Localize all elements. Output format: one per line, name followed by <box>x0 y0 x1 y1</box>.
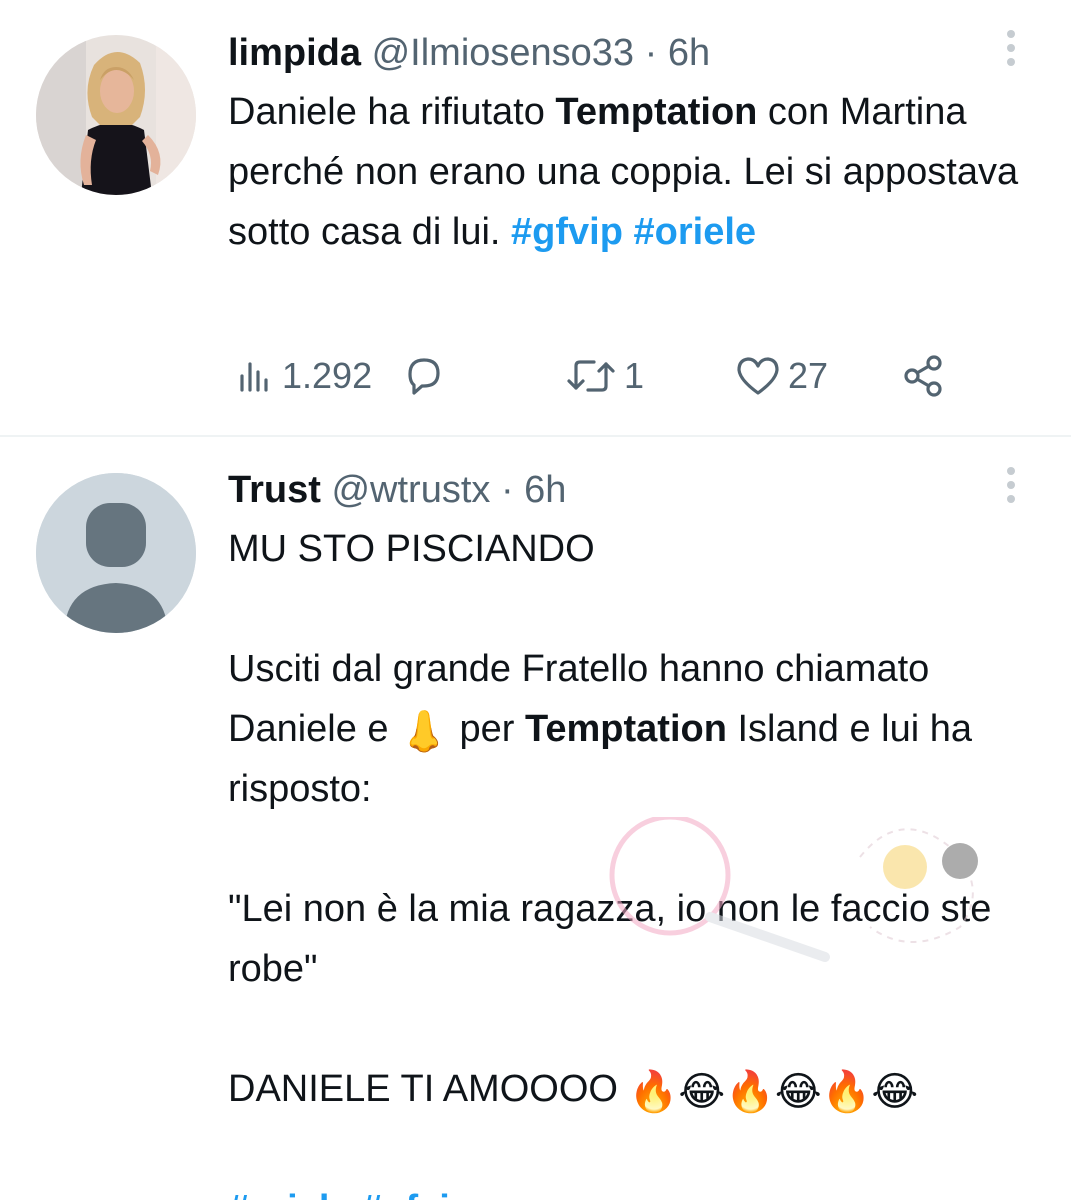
tweet-text: Daniele ha rifiutato Temptation con Mart… <box>228 82 1038 262</box>
more-vertical-icon[interactable] <box>1001 467 1021 503</box>
text-segment: Daniele ha rifiutato <box>228 91 556 133</box>
timestamp[interactable]: 6h <box>524 469 566 511</box>
quote-text: "Lei non è la mia ragazza, io non le fac… <box>228 888 1002 990</box>
separator-dot: · <box>644 32 658 74</box>
tweet-header: Trust @wtrustx · 6h <box>228 465 1038 515</box>
hashtag-link[interactable]: #oriele <box>228 1188 351 1200</box>
tweet-text: MU STO PISCIANDO Usciti dal grande Frate… <box>228 519 1038 1200</box>
share-icon <box>904 355 942 397</box>
views-button[interactable]: 1.292 <box>236 348 372 404</box>
timestamp[interactable]: 6h <box>668 32 710 74</box>
nose-emoji: 👃 <box>399 709 449 755</box>
default-profile-icon <box>36 473 196 633</box>
tweet[interactable]: Trust @wtrustx · 6h MU STO PISCIANDO Usc… <box>0 437 1071 1200</box>
bold-text: Temptation <box>555 91 758 133</box>
more-vertical-icon[interactable] <box>1001 30 1021 66</box>
retweet-icon <box>567 360 615 392</box>
share-button[interactable] <box>900 348 948 404</box>
separator-dot: · <box>500 469 514 511</box>
heart-icon <box>737 357 779 395</box>
reply-icon <box>408 358 440 395</box>
display-name[interactable]: Trust <box>228 469 321 511</box>
text-segment: per <box>448 708 525 750</box>
hashtag-link[interactable]: #oriele <box>634 211 757 253</box>
text-line: DANIELE TI AMOOOO <box>228 1068 618 1110</box>
reply-button[interactable] <box>400 348 454 404</box>
analytics-icon <box>240 362 268 392</box>
user-handle[interactable]: @wtrustx <box>331 469 490 511</box>
bold-text: Temptation <box>524 708 727 750</box>
tweet[interactable]: limpida @Ilmiosenso33 · 6h Daniele ha ri… <box>0 0 1071 436</box>
like-count: 27 <box>788 355 829 396</box>
user-avatar[interactable] <box>36 35 196 195</box>
text-line: MU STO PISCIANDO <box>228 528 595 570</box>
tweet-body: limpida @Ilmiosenso33 · 6h Daniele ha ri… <box>228 28 1038 262</box>
hashtag-link[interactable]: #gfvip <box>511 211 623 253</box>
avatar-photo <box>36 35 196 195</box>
hashtag-link[interactable]: #gfvip <box>361 1188 473 1200</box>
user-avatar[interactable] <box>36 473 196 633</box>
like-button[interactable]: 27 <box>734 348 828 404</box>
views-count: 1.292 <box>282 355 373 396</box>
tweet-body: Trust @wtrustx · 6h MU STO PISCIANDO Usc… <box>228 465 1038 1200</box>
retweet-count: 1 <box>624 355 645 396</box>
user-handle[interactable]: @Ilmiosenso33 <box>372 32 634 74</box>
retweet-button[interactable]: 1 <box>564 348 644 404</box>
display-name[interactable]: limpida <box>228 32 361 74</box>
tweet-actions: 1.292 1 27 <box>228 348 988 404</box>
text-segment <box>623 211 634 253</box>
fire-laugh-emojis: 🔥😂🔥😂🔥😂 <box>628 1069 919 1115</box>
timeline: limpida @Ilmiosenso33 · 6h Daniele ha ri… <box>0 0 1071 1200</box>
tweet-header: limpida @Ilmiosenso33 · 6h <box>228 28 1038 78</box>
